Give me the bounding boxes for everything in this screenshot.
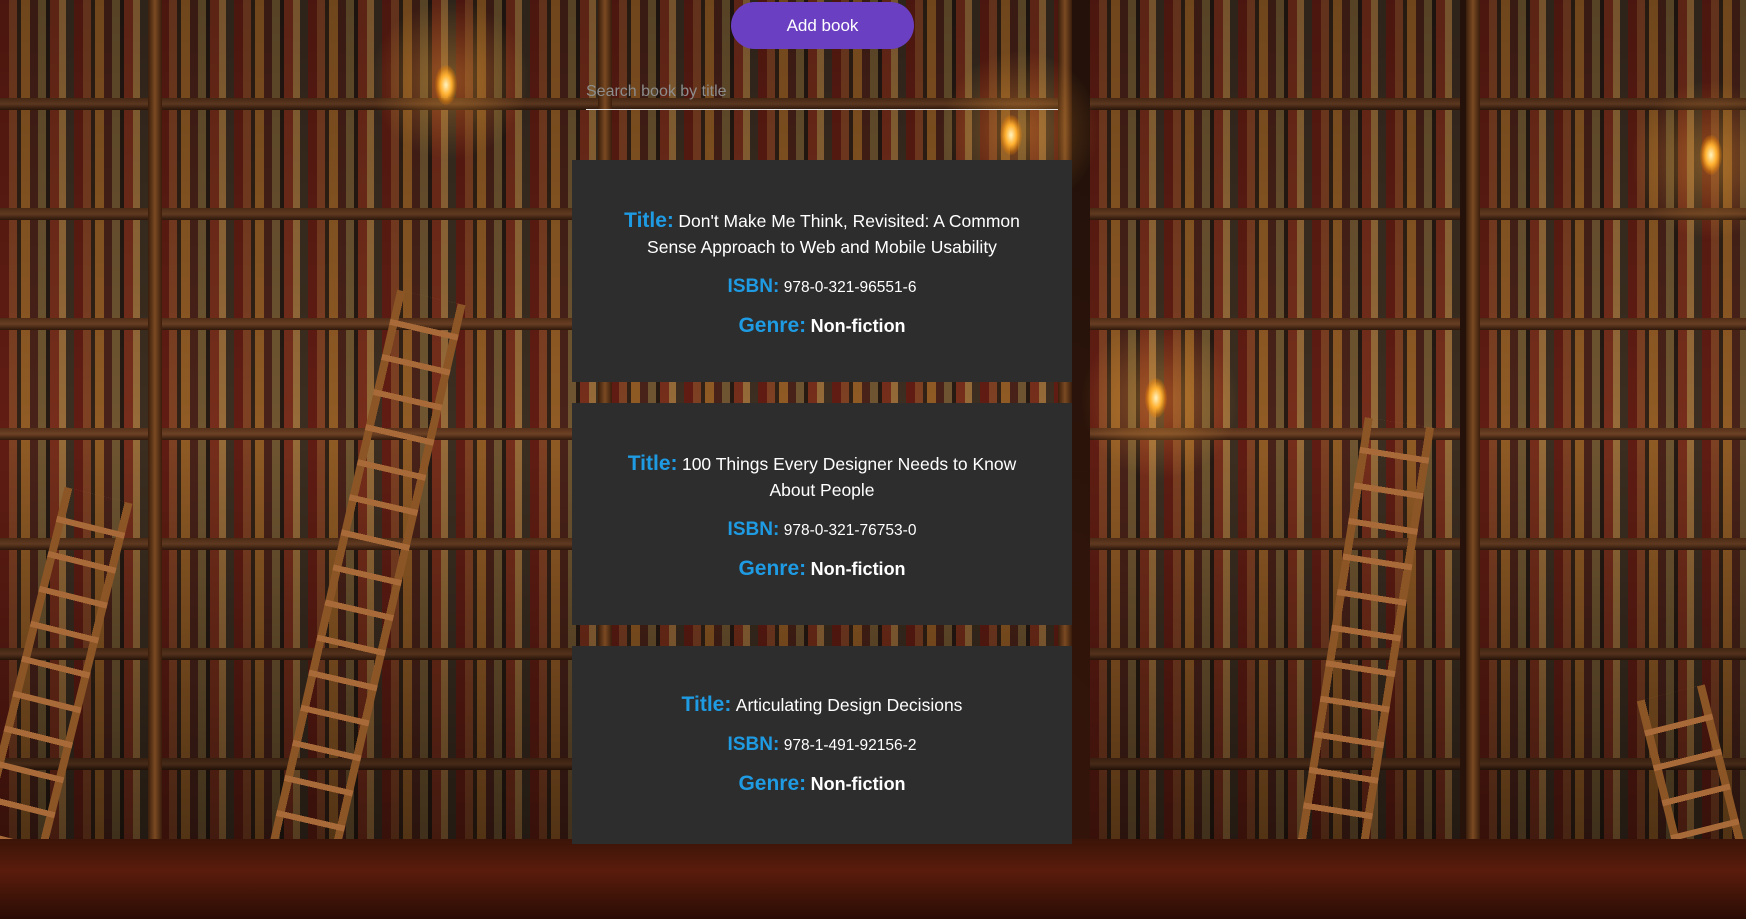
- book-title-row: Title: 100 Things Every Designer Needs t…: [612, 452, 1032, 504]
- book-isbn: 978-1-491-92156-2: [783, 736, 917, 754]
- book-list: Title: Don't Make Me Think, Revisited: A…: [572, 160, 1072, 844]
- book-isbn: 978-0-321-96551-6: [783, 278, 917, 296]
- genre-label: Genre:: [738, 556, 807, 580]
- book-title: Don't Make Me Think, Revisited: A Common…: [647, 210, 1020, 257]
- book-genre: Non-fiction: [810, 773, 906, 794]
- book-genre: Non-fiction: [810, 558, 906, 579]
- genre-label: Genre:: [738, 771, 807, 795]
- genre-label: Genre:: [738, 313, 807, 337]
- title-label: Title:: [681, 692, 732, 716]
- book-isbn-row: ISBN: 978-0-321-76753-0: [728, 518, 917, 543]
- isbn-label: ISBN:: [727, 275, 780, 297]
- book-isbn-row: ISBN: 978-1-491-92156-2: [728, 733, 917, 758]
- book-title-row: Title: Articulating Design Decisions: [682, 693, 963, 719]
- book-title: 100 Things Every Designer Needs to Know …: [681, 453, 1017, 500]
- book-title-row: Title: Don't Make Me Think, Revisited: A…: [612, 209, 1032, 261]
- book-isbn-row: ISBN: 978-0-321-96551-6: [728, 275, 917, 300]
- book-genre-row: Genre: Non-fiction: [738, 557, 905, 583]
- app-container: Add book Title: Don't Make Me Think, Rev…: [0, 0, 1746, 919]
- book-isbn: 978-0-321-76753-0: [783, 521, 917, 539]
- isbn-label: ISBN:: [727, 518, 780, 540]
- book-genre: Non-fiction: [810, 315, 906, 336]
- book-card[interactable]: Title: Don't Make Me Think, Revisited: A…: [572, 160, 1072, 382]
- book-card[interactable]: Title: 100 Things Every Designer Needs t…: [572, 403, 1072, 625]
- book-title: Articulating Design Decisions: [735, 694, 963, 715]
- search-input[interactable]: [586, 70, 1058, 106]
- book-card[interactable]: Title: Articulating Design Decisions ISB…: [572, 646, 1072, 844]
- book-genre-row: Genre: Non-fiction: [738, 772, 905, 798]
- title-label: Title:: [627, 451, 678, 475]
- add-book-button[interactable]: Add book: [731, 2, 914, 49]
- search-field: [586, 70, 1058, 110]
- book-genre-row: Genre: Non-fiction: [738, 314, 905, 340]
- title-label: Title:: [624, 208, 674, 232]
- isbn-label: ISBN:: [727, 733, 780, 755]
